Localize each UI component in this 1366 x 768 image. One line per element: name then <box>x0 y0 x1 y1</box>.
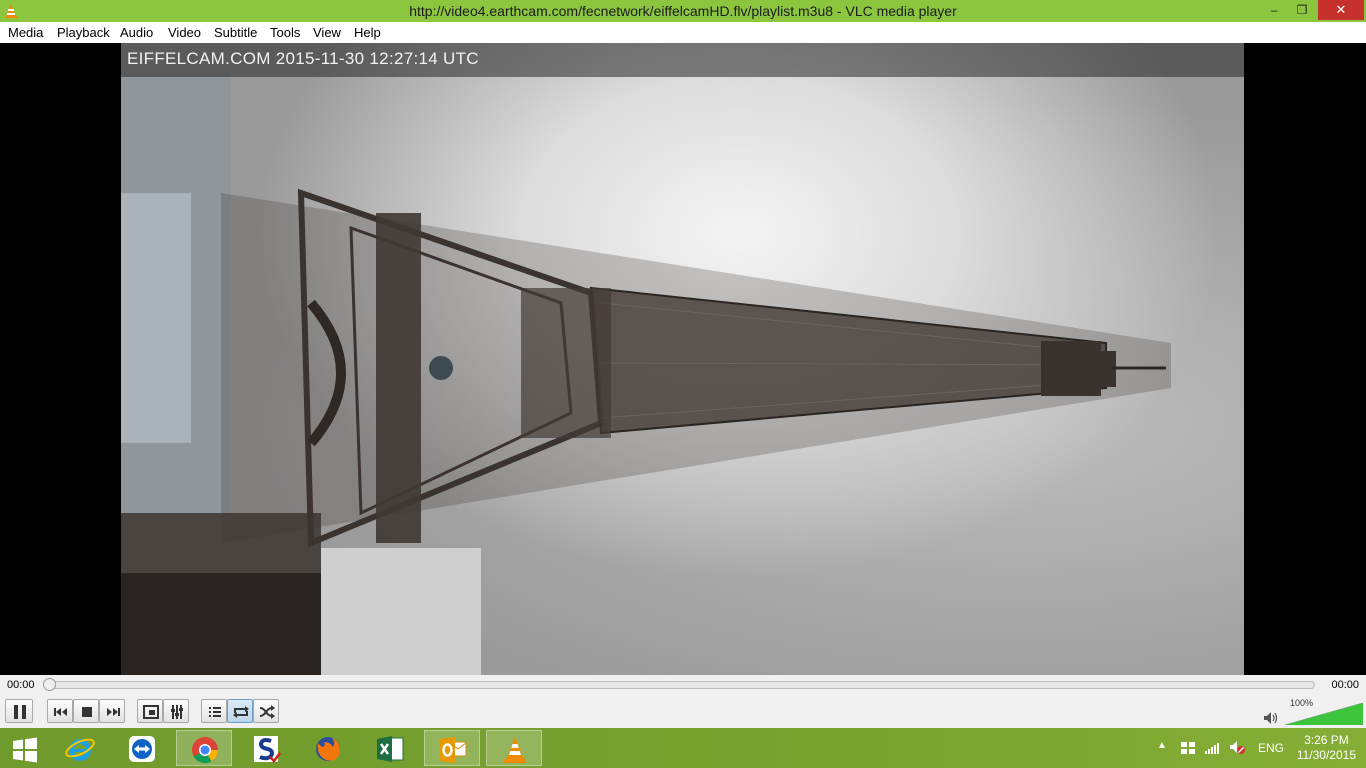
title-bar: http://video4.earthcam.com/fecnetwork/ei… <box>0 0 1366 22</box>
menu-video[interactable]: Video <box>168 25 201 40</box>
pause-button[interactable] <box>5 699 33 723</box>
menu-view[interactable]: View <box>313 25 341 40</box>
next-button[interactable] <box>99 699 125 723</box>
video-area[interactable]: EIFFELCAM.COM 2015-11-30 12:27:14 UTC <box>0 43 1366 675</box>
menu-subtitle[interactable]: Subtitle <box>214 25 257 40</box>
next-icon <box>107 708 120 716</box>
taskbar-excel[interactable] <box>362 730 418 766</box>
windows-start-icon <box>13 737 37 763</box>
start-button[interactable] <box>0 730 50 766</box>
excel-icon <box>377 736 404 762</box>
chrome-icon <box>192 737 219 764</box>
taskbar-chrome[interactable] <box>176 730 232 766</box>
vlc-window: http://video4.earthcam.com/fecnetwork/ei… <box>0 0 1366 768</box>
previous-button[interactable] <box>47 699 73 723</box>
firefox-icon <box>316 737 340 761</box>
action-center-flag-icon[interactable] <box>1180 740 1196 756</box>
teamviewer-icon <box>129 736 155 762</box>
extended-settings-icon <box>171 705 183 719</box>
shuffle-icon <box>259 705 275 719</box>
extended-settings-button[interactable] <box>163 699 189 723</box>
language-indicator[interactable]: ENG <box>1258 741 1284 755</box>
app-s-icon <box>254 736 281 763</box>
close-button[interactable]: ✕ <box>1318 0 1364 20</box>
menu-audio[interactable]: Audio <box>120 25 153 40</box>
menu-media[interactable]: Media <box>8 25 43 40</box>
controls-bar: 100% <box>0 695 1366 728</box>
taskbar-ie[interactable] <box>52 730 108 766</box>
elapsed-time: 00:00 <box>7 679 35 691</box>
maximize-button[interactable]: ❐ <box>1288 0 1316 20</box>
taskbar-app-s[interactable] <box>238 730 294 766</box>
shuffle-button[interactable] <box>253 699 279 723</box>
clock-time: 3:26 PM <box>1304 733 1349 747</box>
video-frame <box>121 43 1244 675</box>
speaker-icon[interactable] <box>1263 711 1279 725</box>
taskbar-outlook[interactable] <box>424 730 480 766</box>
stop-button[interactable] <box>73 699 99 723</box>
taskbar-teamviewer[interactable] <box>114 730 170 766</box>
taskbar-firefox[interactable] <box>300 730 356 766</box>
stop-icon <box>82 707 92 717</box>
seek-row: 00:00 00:00 <box>0 675 1366 695</box>
clock-date: 11/30/2015 <box>1296 748 1356 762</box>
fullscreen-icon <box>143 705 159 719</box>
previous-icon <box>54 708 67 716</box>
playlist-icon <box>209 707 221 717</box>
internet-explorer-icon <box>65 738 95 761</box>
pause-icon <box>14 705 26 719</box>
total-time: 00:00 <box>1331 679 1359 691</box>
taskbar-clock[interactable]: 3:26 PM 11/30/2015 <box>1297 733 1356 763</box>
seek-handle[interactable] <box>43 678 56 691</box>
taskbar-vlc[interactable] <box>486 730 542 766</box>
seek-bar[interactable] <box>46 681 1315 689</box>
windows-taskbar: ▲ ENG 3:26 PM 11/30/2015 <box>0 728 1366 768</box>
network-signal-icon[interactable] <box>1204 741 1220 755</box>
volume-slider[interactable] <box>1285 703 1363 725</box>
minimize-button[interactable]: – <box>1260 0 1288 20</box>
menu-playback[interactable]: Playback <box>57 25 110 40</box>
outlook-icon <box>440 737 467 763</box>
menu-help[interactable]: Help <box>354 25 381 40</box>
loop-icon <box>233 706 249 718</box>
vlc-icon <box>504 737 526 763</box>
loop-button[interactable] <box>227 699 253 723</box>
window-title: http://video4.earthcam.com/fecnetwork/ei… <box>409 3 957 19</box>
eiffel-tower-scene <box>121 73 1171 675</box>
video-timestamp-overlay: EIFFELCAM.COM 2015-11-30 12:27:14 UTC <box>127 49 479 68</box>
fullscreen-button[interactable] <box>137 699 163 723</box>
volume-muted-icon[interactable] <box>1229 740 1245 756</box>
menu-tools[interactable]: Tools <box>270 25 300 40</box>
menu-bar: Media Playback Audio Video Subtitle Tool… <box>0 22 1366 43</box>
playlist-button[interactable] <box>201 699 227 723</box>
